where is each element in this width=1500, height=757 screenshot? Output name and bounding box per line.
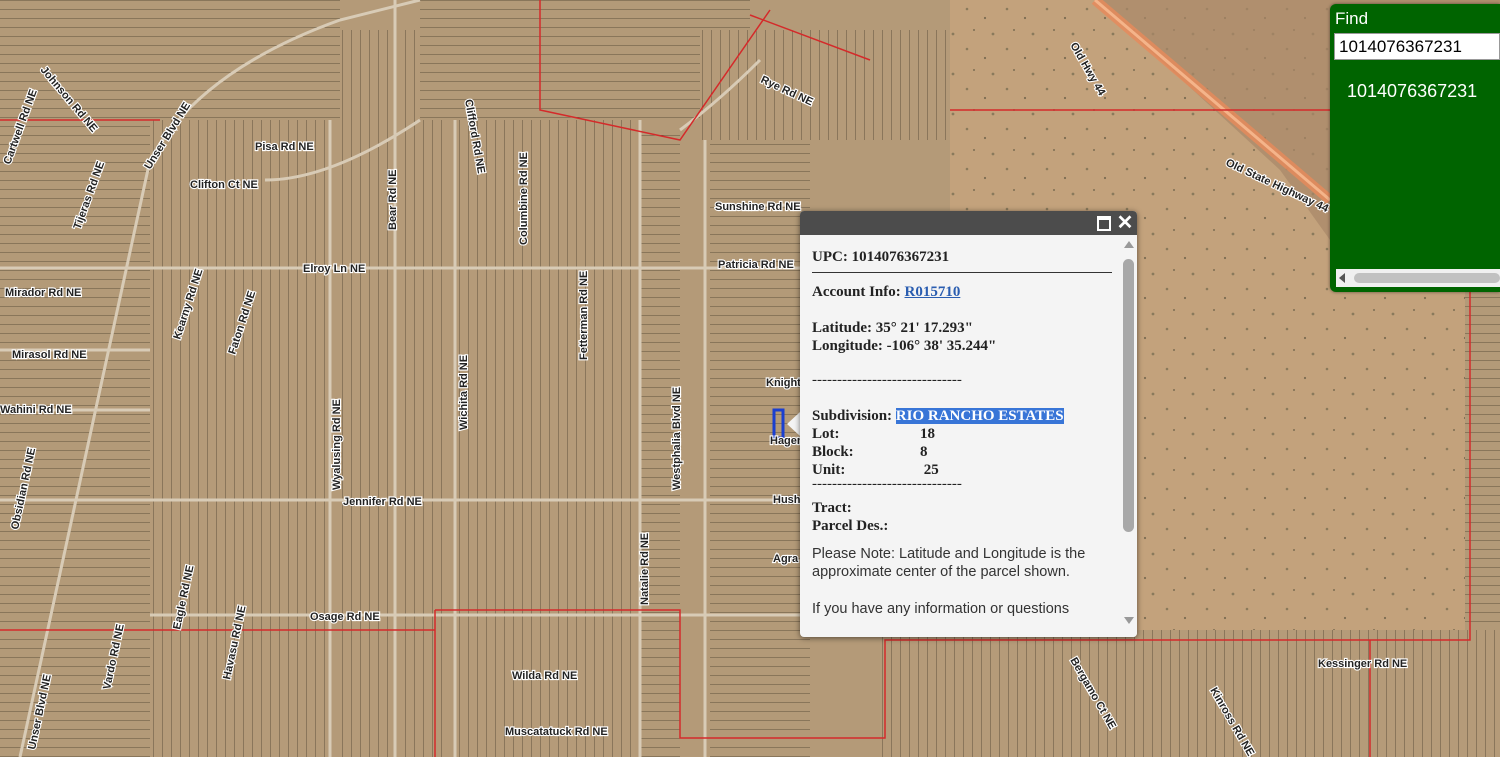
account-link[interactable]: R015710 <box>905 284 961 300</box>
separator: ------------------------------ <box>812 476 962 492</box>
account-label: Account Info: <box>812 284 901 300</box>
parcel-info-popup: ✕ UPC: 1014076367231 Account Info: R0157… <box>800 211 1137 637</box>
longitude-label: Longitude: <box>812 338 883 354</box>
longitude-line: Longitude: -106° 38' 35.244" <box>812 337 1112 355</box>
find-horizontal-scrollbar[interactable] <box>1336 269 1500 287</box>
popup-note: Please Note: Latitude and Longitude is t… <box>812 546 1086 580</box>
road-label: Natalie Rd NE <box>639 533 651 605</box>
account-line: Account Info: R015710 <box>812 283 1112 301</box>
parcel-des-label: Parcel Des.: <box>812 518 889 534</box>
road-label: Kessinger Rd NE <box>1318 658 1407 670</box>
scroll-up-arrow-icon[interactable] <box>1124 241 1134 248</box>
lot-line: Lot: 18 <box>812 425 1112 443</box>
aerial-map[interactable]: Johnson Rd NE Cartwell Rd NE Unser Blvd … <box>0 0 1500 757</box>
road-label: Sunshine Rd NE <box>715 201 801 213</box>
scroll-thumb[interactable] <box>1123 259 1134 532</box>
separator: ------------------------------ <box>812 372 962 388</box>
close-icon[interactable]: ✕ <box>1116 213 1134 233</box>
road-label: Bear Rd NE <box>387 169 399 230</box>
block-line: Block: 8 <box>812 443 1112 461</box>
tract-label: Tract: <box>812 500 852 516</box>
divider <box>812 272 1112 273</box>
latitude-value: 35° 21' 17.293" <box>875 320 973 336</box>
popup-vertical-scrollbar[interactable] <box>1122 235 1137 637</box>
lot-label: Lot: <box>812 426 840 442</box>
road-label: Wichita Rd NE <box>458 355 470 430</box>
subdivision-line: Subdivision: RIO RANCHO ESTATES <box>812 407 1112 425</box>
block-label: Block: <box>812 444 854 460</box>
road-label: Hush <box>773 494 801 506</box>
tract-line: Tract: <box>812 499 1112 517</box>
road-label: Osage Rd NE <box>310 611 380 623</box>
scroll-thumb[interactable] <box>1354 273 1500 283</box>
find-title: Find <box>1335 9 1369 28</box>
popup-pointer <box>787 412 800 436</box>
find-result-link[interactable]: 1014076367231 <box>1347 81 1477 102</box>
road-label: Agra <box>773 553 799 565</box>
subdivision-value: RIO RANCHO ESTATES <box>895 408 1064 424</box>
upc-label: UPC: <box>812 249 848 265</box>
popup-titlebar: ✕ <box>800 211 1137 235</box>
latitude-line: Latitude: 35° 21' 17.293" <box>812 319 1112 337</box>
lot-value: 18 <box>920 426 935 442</box>
find-panel: Find 1014076367231 <box>1330 4 1500 292</box>
road-label: Clifton Ct NE <box>190 179 258 191</box>
popup-note-continued: If you have any information or questions <box>812 601 1070 617</box>
road-label: Elroy Ln NE <box>303 263 365 275</box>
road-label: Columbine Rd NE <box>518 152 530 245</box>
parcel-des-line: Parcel Des.: <box>812 517 1112 535</box>
road-label: Fetterman Rd NE <box>578 271 590 360</box>
road-label: Mirasol Rd NE <box>12 349 87 361</box>
block-value: 8 <box>920 444 928 460</box>
find-input[interactable] <box>1334 33 1500 60</box>
road-label: Wahini Rd NE <box>0 404 72 416</box>
longitude-value: -106° 38' 35.244" <box>886 338 997 354</box>
road-label: Mirador Rd NE <box>5 287 81 299</box>
upc-line: UPC: 1014076367231 <box>812 248 1112 266</box>
road-label: Patricia Rd NE <box>718 259 794 271</box>
road-label: Knight <box>766 377 801 389</box>
road-label: Hagen <box>770 435 804 447</box>
road-label: Wilda Rd NE <box>512 670 577 682</box>
subdivision-label: Subdivision: <box>812 408 893 424</box>
upc-value: 1014076367231 <box>851 249 950 265</box>
scroll-down-arrow-icon[interactable] <box>1124 617 1134 624</box>
latitude-label: Latitude: <box>812 320 872 336</box>
road-label: Westphalia Blvd NE <box>671 387 683 490</box>
road-label: Jennifer Rd NE <box>343 496 422 508</box>
maximize-icon[interactable] <box>1097 216 1111 231</box>
popup-content: UPC: 1014076367231 Account Info: R015710… <box>812 248 1112 618</box>
road-label: Pisa Rd NE <box>255 141 314 153</box>
road-label: Wyalusing Rd NE <box>331 399 343 490</box>
road-label: Muscatatuck Rd NE <box>505 726 608 738</box>
scroll-left-arrow-icon[interactable] <box>1339 273 1345 283</box>
